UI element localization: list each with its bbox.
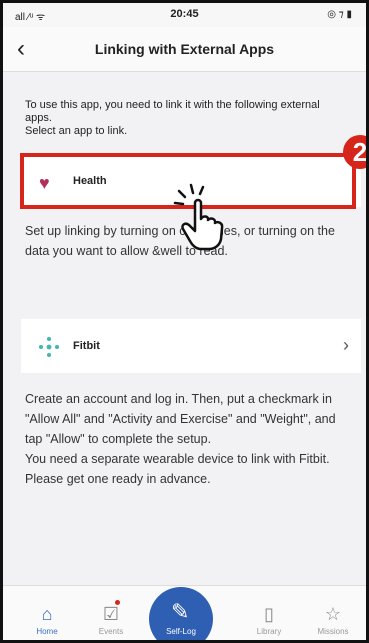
book-icon: ▯	[264, 604, 274, 624]
tab-library-label: Library	[256, 627, 282, 636]
tab-events-label: Events	[98, 627, 124, 636]
battery-indicator: ◎ ⁊ ▮	[327, 9, 352, 20]
clock: 20:45	[170, 8, 199, 20]
tab-events[interactable]: ☑ Events	[81, 604, 141, 636]
calendar-check-icon: ☑	[102, 604, 120, 624]
pencil-icon: ✎	[171, 599, 190, 624]
navigation-bar: ‹ Linking with External Apps	[3, 27, 366, 72]
self-log-label: Self-Log	[166, 627, 196, 636]
step-badge: 2	[343, 135, 366, 169]
tab-library[interactable]: ▯ Library	[239, 604, 299, 636]
status-bar: all ⁄ᵘ ᯤ 20:45 ◎ ⁊ ▮	[3, 3, 366, 27]
tab-missions[interactable]: ☆ Missions	[303, 604, 363, 636]
tab-home-label: Home	[36, 627, 58, 636]
star-icon: ☆	[324, 604, 342, 624]
fitbit-icon	[39, 337, 59, 357]
tab-missions-label: Missions	[317, 627, 349, 636]
intro-text: To use this app, you need to link it wit…	[25, 99, 320, 137]
tab-home[interactable]: ⌂ Home	[17, 604, 77, 636]
self-log-button[interactable]: ✎ Self-Log	[149, 587, 213, 640]
phone-screen: all ⁄ᵘ ᯤ 20:45 ◎ ⁊ ▮ ‹ Linking with Exte…	[0, 0, 369, 643]
home-icon: ⌂	[41, 604, 53, 624]
chevron-right-icon: ›	[343, 335, 349, 355]
notification-dot	[115, 600, 120, 605]
page-title: Linking with External Apps	[94, 41, 275, 57]
app-row-fitbit[interactable]: Fitbit ›	[21, 319, 361, 373]
tap-hand-icon	[173, 183, 224, 251]
app-label-fitbit: Fitbit	[73, 340, 100, 352]
fitbit-description: Create an account and log in. Then, put …	[25, 392, 336, 486]
